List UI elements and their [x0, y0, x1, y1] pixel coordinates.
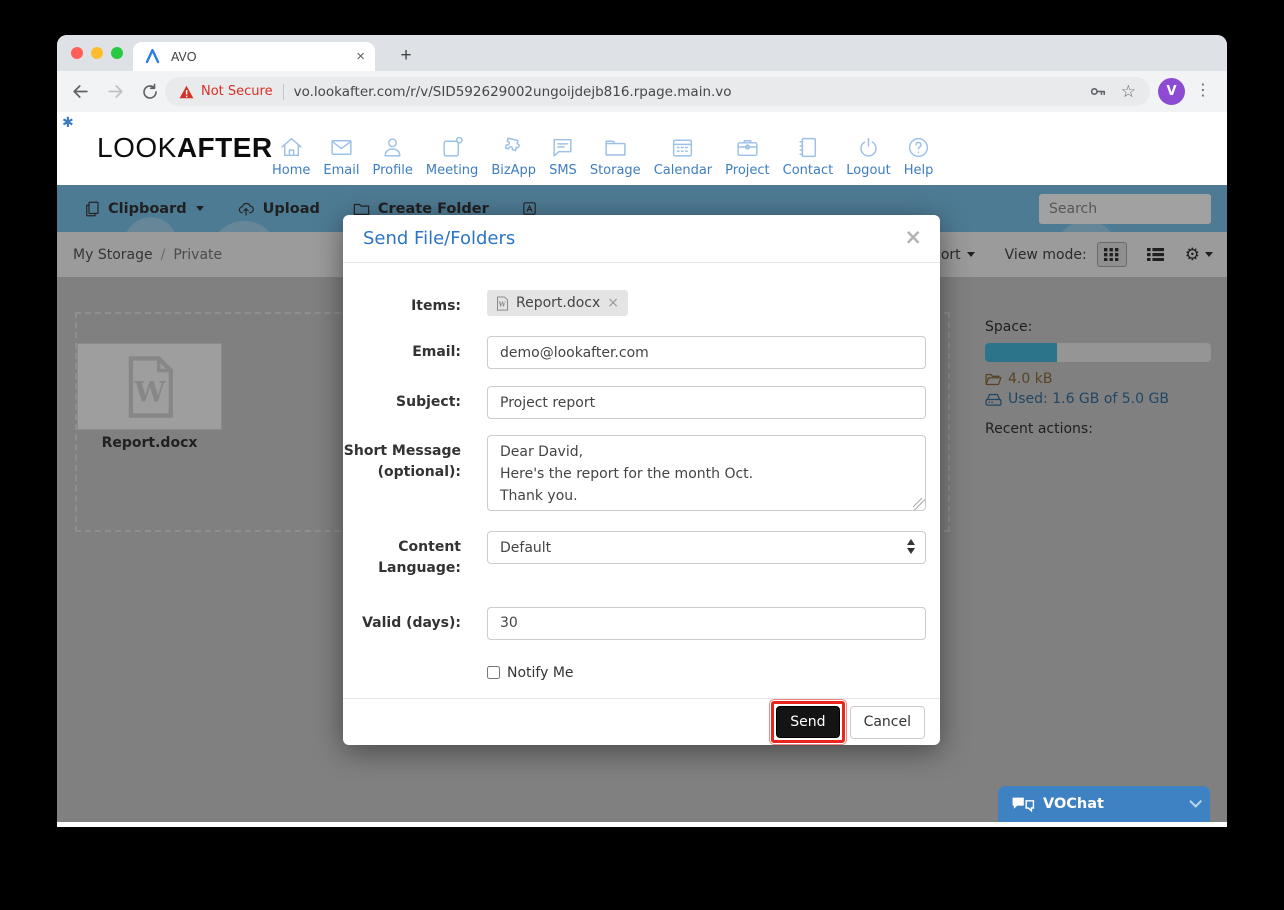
reload-icon[interactable] [138, 80, 162, 104]
nav-item-logout[interactable]: Logout [846, 135, 891, 178]
subject-row: Subject: [343, 386, 940, 419]
logout-power-icon [856, 135, 881, 160]
nav-item-profile[interactable]: Profile [372, 135, 412, 178]
window-controls [71, 47, 123, 59]
email-label: Email: [343, 336, 487, 362]
brand-logo[interactable]: LOOKAFTER [97, 132, 273, 164]
password-key-icon[interactable] [1088, 82, 1107, 101]
notify-me-option: Notify Me [487, 665, 926, 681]
browser-toolbar: Not Secure vo.lookafter.com/r/v/SID59262… [57, 71, 1227, 112]
chevron-down-icon[interactable] [1189, 795, 1202, 808]
nav-item-help[interactable]: Help [904, 135, 934, 178]
valid-days-field[interactable] [487, 607, 926, 640]
minimize-window-button[interactable] [91, 47, 103, 59]
forward-icon[interactable] [103, 80, 127, 104]
url-text: vo.lookafter.com/r/v/SID592629002ungoijd… [294, 84, 1074, 100]
contact-book-icon [795, 135, 820, 160]
main-nav: Home Email Profile Meeting BizApp SMS [272, 112, 933, 185]
email-row: Email: [343, 336, 940, 369]
select-arrows-icon [907, 539, 915, 554]
sms-chat-icon [550, 135, 575, 160]
chat-bubbles-icon [1011, 795, 1035, 813]
url-bar[interactable]: Not Secure vo.lookafter.com/r/v/SID59262… [165, 77, 1150, 106]
modal-title: Send File/Folders [363, 228, 515, 249]
avatar[interactable]: V [1158, 78, 1185, 105]
browser-menu-icon[interactable]: ⋮ [1195, 80, 1211, 99]
message-label: Short Message(optional): [343, 435, 487, 482]
language-label: ContentLanguage: [343, 531, 487, 578]
email-field[interactable] [487, 336, 926, 369]
items-label: Items: [343, 290, 487, 316]
storage-app-area: Clipboard Upload Create Folder My Storag… [57, 185, 1227, 822]
nav-item-home[interactable]: Home [272, 135, 310, 178]
new-tab-button[interactable]: + [393, 43, 419, 69]
site-favicon [143, 47, 162, 66]
nav-item-meeting[interactable]: Meeting [426, 135, 478, 178]
nav-item-contact[interactable]: Contact [783, 135, 834, 178]
modal-header: Send File/Folders × [343, 215, 940, 263]
project-briefcase-icon [735, 135, 760, 160]
not-secure-warning-icon [179, 85, 194, 99]
close-window-button[interactable] [71, 47, 83, 59]
send-file-modal: Send File/Folders × Items: W Report.docx… [343, 215, 940, 745]
subject-label: Subject: [343, 386, 487, 412]
word-doc-icon: W [496, 296, 509, 311]
tab-close-icon[interactable]: × [356, 48, 365, 65]
valid-days-row: Valid (days): [343, 607, 940, 640]
file-chip: W Report.docx × [487, 290, 628, 316]
language-row: ContentLanguage: Default [343, 531, 940, 578]
calendar-icon [670, 135, 695, 160]
modal-body: Items: W Report.docx × Email: Subject: [343, 263, 940, 681]
security-warning-label: Not Secure [201, 84, 273, 99]
annotation-highlight: Send [771, 701, 844, 743]
nav-item-calendar[interactable]: Calendar [654, 135, 712, 178]
help-icon [906, 135, 931, 160]
message-row: Short Message(optional): Dear David, Her… [343, 435, 940, 515]
url-divider [283, 84, 284, 100]
home-icon [279, 135, 304, 160]
items-row: Items: W Report.docx × [343, 290, 940, 316]
nav-item-project[interactable]: Project [725, 135, 769, 178]
notify-row: Notify Me [343, 665, 940, 681]
meeting-icon [440, 135, 465, 160]
bizapp-puzzle-icon [501, 135, 526, 160]
nav-item-bizapp[interactable]: BizApp [491, 135, 536, 178]
nav-item-sms[interactable]: SMS [549, 135, 577, 178]
vochat-label: VOChat [1043, 796, 1104, 812]
profile-icon [380, 135, 405, 160]
valid-days-label: Valid (days): [343, 607, 487, 633]
nav-item-storage[interactable]: Storage [590, 135, 641, 178]
loading-spinner-icon: ✱ [62, 115, 74, 131]
modal-footer: Send Cancel [343, 698, 940, 745]
maximize-window-button[interactable] [111, 47, 123, 59]
language-select[interactable]: Default [487, 531, 926, 564]
message-field[interactable]: Dear David, Here's the report for the mo… [487, 435, 926, 511]
browser-window: AVO × + Not Secure vo.lookafter.com/r/v/… [57, 35, 1227, 827]
back-icon[interactable] [68, 80, 92, 104]
notify-me-checkbox[interactable] [487, 666, 500, 679]
tab-title: AVO [171, 50, 356, 64]
email-icon [329, 135, 354, 160]
cancel-button[interactable]: Cancel [850, 706, 925, 739]
browser-tab-bar: AVO × + [57, 35, 1227, 71]
modal-close-icon[interactable]: × [904, 225, 922, 249]
send-button[interactable]: Send [776, 706, 839, 738]
vochat-widget[interactable]: VOChat [998, 786, 1210, 822]
site-header: ✱ LOOKAFTER Home Email Profile Meeting B… [57, 112, 1227, 185]
nav-item-email[interactable]: Email [323, 135, 359, 178]
svg-text:W: W [498, 301, 507, 308]
chip-remove-icon[interactable]: × [607, 295, 619, 311]
storage-folder-icon [603, 135, 628, 160]
browser-tab[interactable]: AVO × [133, 42, 375, 71]
subject-field[interactable] [487, 386, 926, 419]
bookmark-star-icon[interactable]: ☆ [1121, 82, 1136, 102]
